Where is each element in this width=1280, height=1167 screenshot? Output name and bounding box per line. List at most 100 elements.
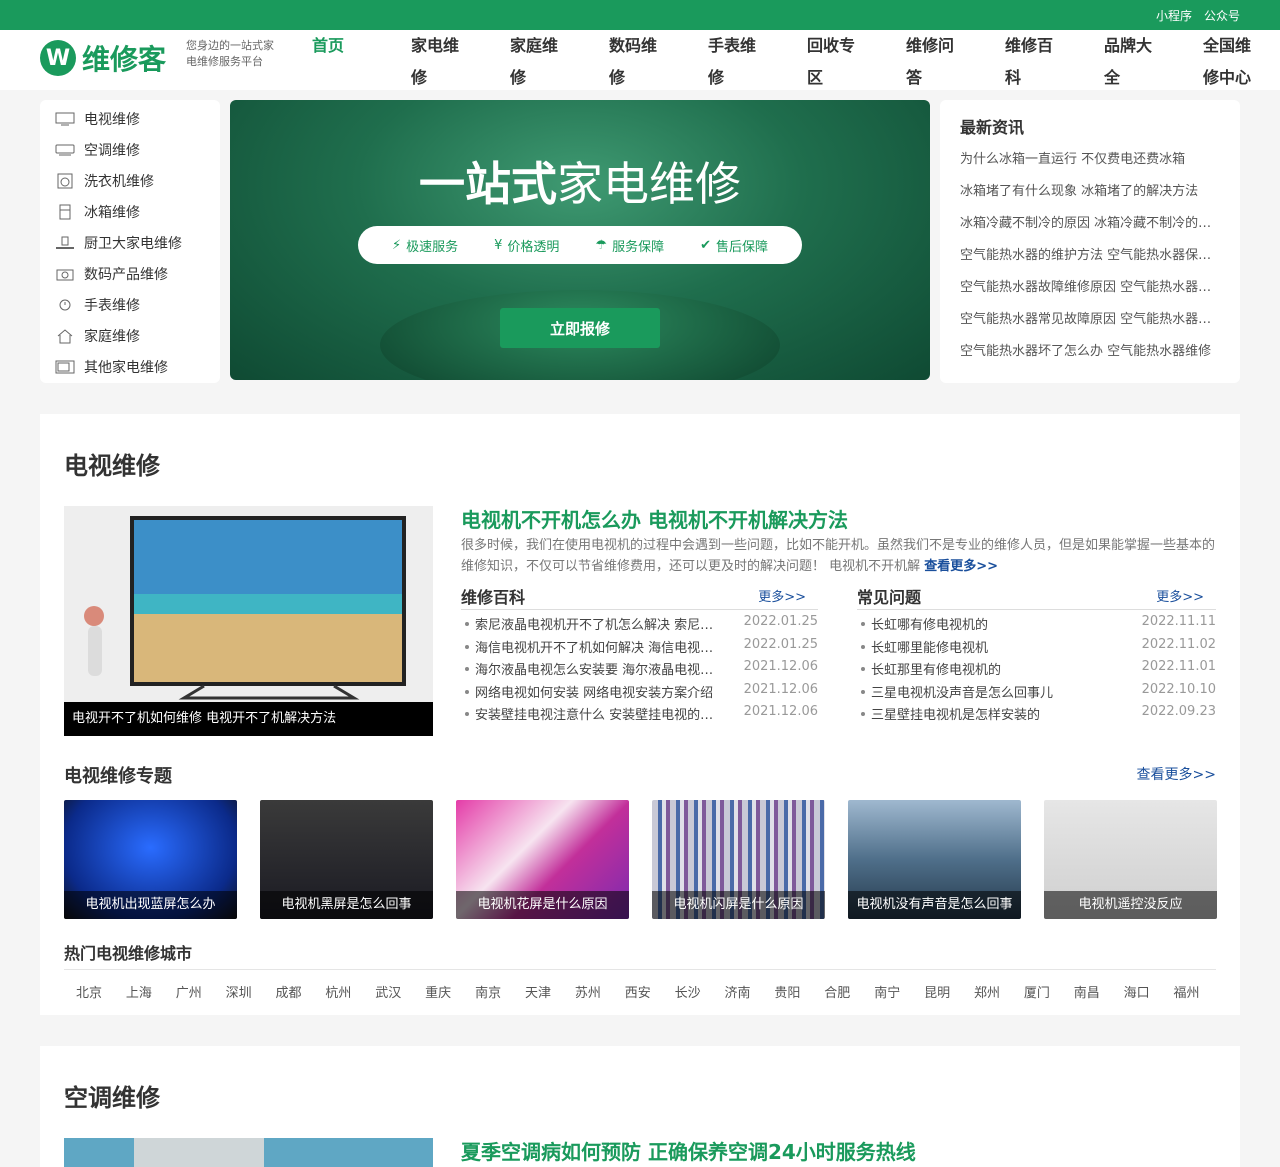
category-item[interactable]: 冰箱维修 (54, 197, 220, 228)
city-link[interactable]: 长沙 (663, 982, 713, 1001)
list-item[interactable]: 长虹哪里能修电视机 2022.11.02 (857, 637, 1216, 660)
list-item[interactable]: 长虹哪有修电视机的 2022.11.11 (857, 614, 1216, 637)
news-item[interactable]: 为什么冰箱一直运行 不仅费电还费冰箱 (960, 144, 1220, 176)
list-item[interactable]: 三星电视机没声音是怎么回事儿 2022.10.10 (857, 682, 1216, 705)
topic-card[interactable]: 电视机黑屏是怎么回事 (260, 800, 433, 919)
feature-aftersales: ✔ 售后保障 (700, 236, 768, 255)
category-item[interactable]: 数码产品维修 (54, 258, 220, 289)
topic-card[interactable]: 电视机花屏是什么原因 (456, 800, 629, 919)
faq-more-link[interactable]: 更多>> (1156, 586, 1204, 605)
official-account-link[interactable]: 公众号 (1204, 7, 1240, 24)
wiki-more-link[interactable]: 更多>> (758, 586, 806, 605)
city-link[interactable]: 昆明 (912, 982, 962, 1001)
featured-more-link[interactable]: 查看更多>> (924, 559, 998, 574)
washing-machine-icon (54, 173, 76, 189)
city-link[interactable]: 南昌 (1062, 982, 1112, 1001)
list-item[interactable]: 海信电视机开不了机如何解决 海信电视机不开机 2022.01.25 (461, 637, 818, 660)
ac-repair-section: 空调维修 夏季空调病如何预防 正确保养空调24小时服务热线 (40, 1046, 1240, 1167)
list-item-date: 2022.01.25 (743, 636, 818, 652)
category-label: 厨卫大家电维修 (84, 236, 182, 252)
category-item[interactable]: 其他家电维修 (54, 351, 220, 382)
city-link[interactable]: 厦门 (1012, 982, 1062, 1001)
city-link[interactable]: 广州 (164, 982, 214, 1001)
faq-column: 常见问题 更多>> 长虹哪有修电视机的 2022.11.11 长虹哪里能修电视机 20… (857, 584, 1216, 727)
news-item[interactable]: 冰箱冷藏不制冷的原因 冰箱冷藏不制冷的解决方法 (960, 208, 1220, 240)
category-item[interactable]: 家庭维修 (54, 320, 220, 351)
city-link[interactable]: 郑州 (962, 982, 1012, 1001)
topic-card[interactable]: 电视机没有声音是怎么回事 (848, 800, 1021, 919)
list-item[interactable]: 海尔液晶电视怎么安装要 海尔液晶电视安装方法 2021.12.06 (461, 659, 818, 682)
category-label: 其他家电维修 (84, 359, 168, 376)
banner-title-bold: 一站式 (419, 157, 557, 211)
nav-brands[interactable]: 品牌大全 (1104, 30, 1203, 90)
city-link[interactable]: 成都 (264, 982, 314, 1001)
city-link[interactable]: 北京 (64, 982, 114, 1001)
topic-caption: 电视机遥控没反应 (1044, 891, 1217, 919)
air-conditioner-icon (54, 142, 76, 158)
category-item[interactable]: 手表维修 (54, 289, 220, 320)
city-link[interactable]: 南宁 (862, 982, 912, 1001)
category-label: 电视维修 (84, 112, 140, 129)
featured-image[interactable] (64, 1138, 433, 1167)
nav-wiki[interactable]: 维修百科 (1005, 30, 1104, 90)
category-item[interactable]: 空调维修 (54, 135, 220, 166)
list-item-title: 海信电视机开不了机如何解决 海信电视机不开机 (461, 637, 716, 660)
banner-title-rest: 家电维修 (557, 157, 741, 211)
city-link[interactable]: 上海 (114, 982, 164, 1001)
list-item-date: 2021.12.06 (743, 659, 818, 675)
category-item[interactable]: 厨卫大家电维修 (54, 228, 220, 259)
featured-image[interactable]: 电视开不了机如何维修 电视开不了机解决方法 (64, 506, 433, 736)
city-link[interactable]: 福州 (1162, 982, 1212, 1001)
list-item[interactable]: 索尼液晶电视机开不了机怎么解决 索尼液晶电视 2022.01.25 (461, 614, 818, 637)
list-item-date: 2022.10.10 (1141, 681, 1216, 697)
city-link[interactable]: 重庆 (413, 982, 463, 1001)
repair-now-button[interactable]: 立即报修 (500, 308, 660, 348)
city-link[interactable]: 济南 (713, 982, 763, 1001)
city-link[interactable]: 贵阳 (762, 982, 812, 1001)
shield-icon: ✔ (700, 237, 711, 253)
main-nav: 首页 家电维修 家庭维修 数码维修 手表维修 回收专区 维修问答 维修百科 品牌… (312, 30, 1280, 90)
news-item[interactable]: 冰箱堵了有什么现象 冰箱堵了的解决方法 (960, 176, 1220, 208)
nav-digital-repair[interactable]: 数码维修 (609, 30, 708, 90)
city-link[interactable]: 武汉 (363, 982, 413, 1001)
site-slogan: 您身边的一站式家电维修服务平台 (186, 39, 274, 68)
list-item[interactable]: 网络电视如何安装 网络电视安装方案介绍 2021.12.06 (461, 682, 818, 705)
city-link[interactable]: 海口 (1112, 982, 1162, 1001)
city-link[interactable]: 西安 (613, 982, 663, 1001)
nav-home[interactable]: 首页 (312, 30, 411, 90)
topic-card[interactable]: 电视机闪屏是什么原因 (652, 800, 825, 919)
news-title: 最新资讯 (960, 118, 1025, 137)
news-item[interactable]: 空气能热水器故障维修原因 空气能热水器故障 (960, 272, 1220, 304)
city-link[interactable]: 天津 (513, 982, 563, 1001)
list-item-title: 安装壁挂电视注意什么 安装壁挂电视的注意事项 (461, 704, 716, 727)
topic-card[interactable]: 电视机出现蓝屏怎么办 (64, 800, 237, 919)
nav-watch-repair[interactable]: 手表维修 (708, 30, 807, 90)
category-item[interactable]: 电视维修 (54, 104, 220, 135)
list-item[interactable]: 安装壁挂电视注意什么 安装壁挂电视的注意事项 2021.12.06 (461, 704, 818, 727)
nav-home-repair[interactable]: 家庭维修 (510, 30, 609, 90)
topic-caption: 电视机出现蓝屏怎么办 (64, 891, 237, 919)
topic-more-link[interactable]: 查看更多>> (1137, 764, 1216, 784)
miniprogram-link[interactable]: 小程序 (1156, 7, 1192, 24)
city-link[interactable]: 深圳 (214, 982, 264, 1001)
list-item[interactable]: 长虹那里有修电视机的 2022.11.01 (857, 659, 1216, 682)
city-link[interactable]: 南京 (463, 982, 513, 1001)
news-item[interactable]: 空气能热水器的维护方法 空气能热水器保养方法 (960, 240, 1220, 272)
news-item[interactable]: 空气能热水器常见故障原因 空气能热水器故障 (960, 304, 1220, 336)
featured-title[interactable]: 电视机不开机怎么办 电视机不开机解决方法 (461, 504, 848, 533)
category-item[interactable]: 洗衣机维修 (54, 166, 220, 197)
feature-service: ☂ 服务保障 (595, 236, 664, 255)
news-item[interactable]: 空气能热水器坏了怎么办 空气能热水器维修 (960, 336, 1220, 368)
list-item[interactable]: 三星壁挂电视机是怎样安装的 2022.09.23 (857, 704, 1216, 727)
list-item-title: 长虹那里有修电视机的 (857, 659, 1112, 682)
nav-qa[interactable]: 维修问答 (906, 30, 1005, 90)
nav-service-centers[interactable]: 全国维修中心 (1203, 30, 1280, 90)
site-logo[interactable]: W 维修客 (40, 38, 166, 78)
city-link[interactable]: 杭州 (313, 982, 363, 1001)
featured-title[interactable]: 夏季空调病如何预防 正确保养空调24小时服务热线 (461, 1136, 916, 1165)
nav-recycle[interactable]: 回收专区 (807, 30, 906, 90)
topic-card[interactable]: 电视机遥控没反应 (1044, 800, 1217, 919)
city-link[interactable]: 合肥 (812, 982, 862, 1001)
city-link[interactable]: 苏州 (563, 982, 613, 1001)
nav-appliance-repair[interactable]: 家电维修 (411, 30, 510, 90)
